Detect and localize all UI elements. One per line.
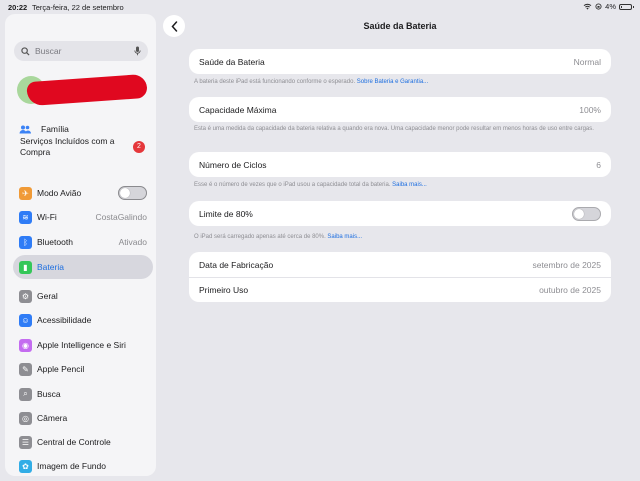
limit-learn-more-link[interactable]: Saiba mais... [327, 234, 362, 240]
sidebar-item-label: Modo Avião [37, 188, 82, 198]
airplane-mode-toggle[interactable] [118, 186, 147, 200]
sidebar-item-gear[interactable]: ⚙ Geral [13, 284, 153, 308]
max-capacity-value: 100% [579, 104, 601, 115]
first-use-value: outubro de 2025 [539, 285, 601, 295]
sidebar-item-wifi[interactable]: ≋ Wi-Fi CostaGalindo [13, 205, 153, 229]
sidebar-item-value: Ativado [118, 237, 147, 247]
battery-health-card[interactable]: Saúde da Bateria Normal [189, 49, 611, 74]
sidebar-item-camera[interactable]: ◎ Câmera [13, 406, 153, 430]
lock-rotation-icon [595, 3, 602, 10]
page-title: Saúde da Bateria [363, 21, 437, 31]
sidebar-item-label: Imagem de Fundo [37, 461, 106, 471]
charge-limit-note-text: O iPad será carregado apenas até cerca d… [194, 234, 326, 240]
status-bar: 20:22 Terça-feira, 22 de setembro 4% [0, 0, 640, 14]
siri-icon: ◉ [19, 338, 32, 352]
wifi-icon: ≋ [19, 210, 32, 224]
battery-percent: 4% [605, 2, 616, 11]
family-label: Família [41, 124, 69, 134]
manufacture-date-label: Data de Fabricação [199, 259, 274, 270]
family-icon [19, 125, 31, 133]
battery-health-value: Normal [573, 56, 601, 67]
search-placeholder: Buscar [35, 46, 62, 56]
sidebar-item-label: Acessibilidade [37, 315, 92, 325]
camera-icon: ◎ [19, 411, 32, 425]
battery-icon: ▮ [19, 260, 32, 274]
battery-health-note: A bateria deste iPad está funcionando co… [194, 78, 594, 86]
wifi-status-icon [583, 3, 592, 10]
charge-limit-toggle[interactable] [572, 206, 601, 221]
sidebar-item-label: Busca [37, 389, 61, 399]
cycle-count-note-text: Esse é o número de vezes que o iPad usou… [194, 182, 391, 188]
cycle-learn-more-link[interactable]: Saiba mais... [392, 182, 427, 188]
search-icon: ⌕ [19, 387, 32, 401]
max-capacity-row: Capacidade Máxima 100% [189, 97, 611, 122]
airplane-icon: ✈ [19, 186, 32, 200]
sidebar-item-battery[interactable]: ▮ Bateria [13, 255, 153, 279]
sidebar-item-label: Apple Pencil [37, 364, 85, 374]
sidebar-item-search[interactable]: ⌕ Busca [13, 382, 153, 406]
control-center-icon: ☰ [19, 435, 32, 449]
redacted-account-name [26, 73, 148, 107]
sidebar-item-bluetooth[interactable]: ᛒ Bluetooth Ativado [13, 230, 153, 254]
sidebar-item-airplane[interactable]: ✈ Modo Avião [13, 181, 153, 205]
purchase-services-item[interactable]: Serviços Incluídos com a Compra 2 [20, 136, 145, 166]
cycle-count-row: Número de Ciclos 6 [189, 152, 611, 177]
back-button[interactable] [163, 15, 185, 37]
charge-limit-note: O iPad será carregado apenas até cerca d… [194, 233, 594, 241]
gear-icon: ⚙ [19, 289, 32, 303]
search-field[interactable]: Buscar [14, 41, 148, 61]
charge-limit-label: Limite de 80% [199, 208, 253, 219]
status-right: 4% [583, 2, 634, 11]
sidebar-item-accessibility[interactable]: ☺ Acessibilidade [13, 308, 153, 332]
first-use-row: Primeiro Uso outubro de 2025 [189, 277, 611, 302]
bluetooth-icon: ᛒ [19, 235, 32, 249]
sidebar-item-label: Apple Intelligence e Siri [37, 340, 126, 350]
toggle-knob [574, 208, 584, 219]
dates-card: Data de Fabricação setembro de 2025 Prim… [189, 252, 611, 302]
sidebar-item-label: Central de Controle [37, 437, 111, 447]
battery-health-row[interactable]: Saúde da Bateria Normal [189, 49, 611, 74]
first-use-label: Primeiro Uso [199, 285, 249, 295]
charge-limit-row: Limite de 80% [189, 201, 611, 226]
family-item[interactable]: Família [19, 124, 69, 134]
battery-health-label: Saúde da Bateria [199, 56, 265, 67]
sidebar-item-control-center[interactable]: ☰ Central de Controle [13, 430, 153, 454]
sidebar-item-label: Geral [37, 291, 58, 301]
notification-badge: 2 [133, 141, 145, 153]
pencil-icon: ✎ [19, 362, 32, 376]
accessibility-icon: ☺ [19, 313, 32, 327]
sidebar-item-value: CostaGalindo [95, 212, 147, 222]
cycle-count-note: Esse é o número de vezes que o iPad usou… [194, 181, 594, 189]
sidebar-item-pencil[interactable]: ✎ Apple Pencil [13, 357, 153, 381]
sidebar: Buscar Família Serviços Incluídos com a … [5, 14, 156, 476]
sidebar-item-label: Bateria [37, 262, 64, 272]
sidebar-item-label: Bluetooth [37, 237, 73, 247]
max-capacity-card: Capacidade Máxima 100% [189, 97, 611, 122]
sidebar-item-label: Câmera [37, 413, 68, 423]
sidebar-item-siri[interactable]: ◉ Apple Intelligence e Siri [13, 333, 153, 357]
search-icon [21, 46, 30, 56]
battery-health-note-text: A bateria deste iPad está funcionando co… [194, 79, 356, 85]
status-time: 20:22 [8, 3, 28, 12]
warranty-link[interactable]: Sobre Bateria e Garantia... [357, 79, 428, 85]
chevron-left-icon [170, 20, 177, 32]
sidebar-item-wallpaper[interactable]: ✿ Imagem de Fundo [13, 454, 153, 476]
toggle-knob [120, 188, 130, 198]
account-profile[interactable] [17, 73, 148, 107]
sidebar-item-label: Wi-Fi [37, 212, 57, 222]
cycle-count-value: 6 [596, 159, 601, 170]
wallpaper-icon: ✿ [19, 459, 32, 473]
max-capacity-label: Capacidade Máxima [199, 104, 277, 115]
cycle-count-label: Número de Ciclos [199, 159, 267, 170]
battery-status-icon [619, 3, 634, 10]
max-capacity-note: Esta é uma medida da capacidade da bater… [194, 126, 594, 132]
purchase-services-label: Serviços Incluídos com a Compra [20, 136, 115, 157]
manufacture-date-row: Data de Fabricação setembro de 2025 [189, 252, 611, 277]
microphone-icon[interactable] [134, 46, 141, 56]
cycle-count-card: Número de Ciclos 6 [189, 152, 611, 177]
charge-limit-card: Limite de 80% [189, 201, 611, 226]
manufacture-date-value: setembro de 2025 [532, 259, 601, 270]
status-date: Terça-feira, 22 de setembro [32, 3, 124, 12]
